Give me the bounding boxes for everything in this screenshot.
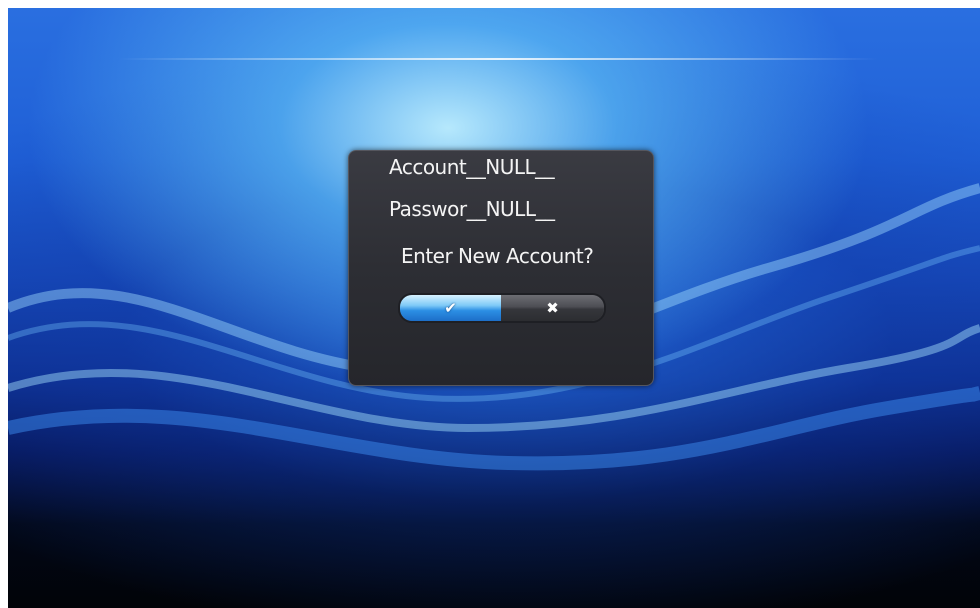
confirm-button[interactable]: ✔ — [400, 295, 501, 321]
cancel-button[interactable]: ✖ — [501, 295, 604, 321]
tv-screen: Account__NULL__ Passwor__NULL__ Enter Ne… — [8, 8, 980, 608]
light-streak — [118, 58, 878, 60]
account-dialog: Account__NULL__ Passwor__NULL__ Enter Ne… — [348, 150, 654, 386]
account-label: Account__NULL__ — [389, 155, 555, 179]
password-label: Passwor__NULL__ — [389, 197, 555, 221]
enter-new-account-prompt: Enter New Account? — [401, 244, 594, 268]
check-icon: ✔ — [444, 299, 457, 317]
confirm-cancel-toggle: ✔ ✖ — [398, 293, 606, 323]
x-icon: ✖ — [546, 299, 559, 317]
